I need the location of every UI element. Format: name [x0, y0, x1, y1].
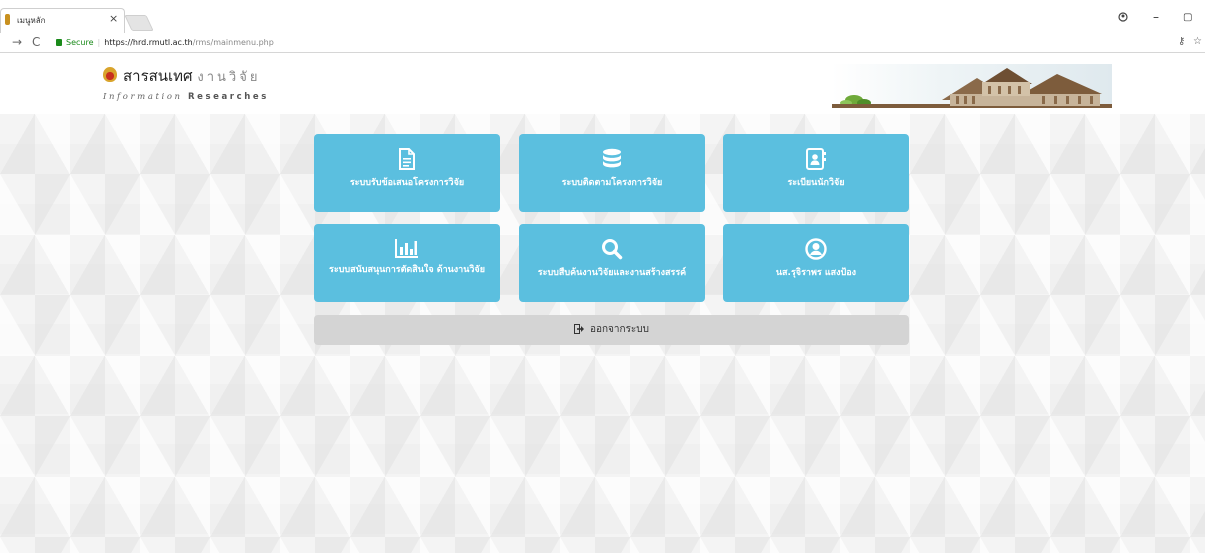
tab-close-icon[interactable]: ×	[109, 12, 118, 25]
url-path: /rms/mainmenu.php	[192, 38, 274, 47]
site-logo-english: Information Researches	[103, 92, 269, 102]
site-logo-thai[interactable]: สารสนเทศ งานวิจัย	[123, 64, 260, 88]
forward-icon[interactable]: →	[12, 35, 22, 49]
document-icon	[314, 148, 500, 172]
reload-icon[interactable]: C	[32, 35, 40, 49]
search-icon	[519, 238, 705, 262]
new-tab-button[interactable]	[124, 15, 154, 31]
favicon-icon	[5, 14, 10, 25]
sign-out-icon	[573, 324, 584, 334]
tile-user-profile[interactable]: นส.รุจิราพร แสงป้อง	[723, 224, 909, 302]
url-host: https://hrd.rmutl.ac.th	[104, 38, 193, 47]
browser-tab[interactable]: เมนูหลัก ×	[0, 8, 125, 33]
url-omnibox[interactable]: Secure | https://hrd.rmutl.ac.th/rms/mainm…	[50, 35, 1170, 50]
tile-label: ระบบติดตามโครงการวิจัย	[561, 178, 663, 188]
tile-research-search[interactable]: ระบบสืบค้นงานวิจัยและงานสร้างสรรค์	[519, 224, 705, 302]
secure-label: Secure	[66, 38, 94, 47]
tile-label: นส.รุจิราพร แสงป้อง	[775, 268, 857, 278]
tile-project-tracking[interactable]: ระบบติดตามโครงการวิจัย	[519, 134, 705, 212]
site-header: สารสนเทศ งานวิจัย Information Researches	[0, 54, 1205, 114]
address-bar: → C Secure | https://hrd.rmutl.ac.th/rms/m…	[0, 33, 1205, 53]
tile-label: ระบบสนับสนุนการตัดสินใจ ด้านงานวิจัย	[329, 265, 485, 275]
lock-icon	[56, 39, 62, 46]
logout-label: ออกจากระบบ	[589, 324, 650, 335]
tile-decision-support[interactable]: ระบบสนับสนุนการตัดสินใจ ด้านงานวิจัย	[314, 224, 500, 302]
tile-label: ระบบรับข้อเสนอโครงการวิจัย	[349, 178, 465, 188]
user-icon	[723, 238, 909, 262]
tile-research-proposal[interactable]: ระบบรับข้อเสนอโครงการวิจัย	[314, 134, 500, 212]
tile-label: ระเบียนนักวิจัย	[787, 178, 845, 188]
key-icon[interactable]: ⚷	[1178, 36, 1185, 47]
contact-book-icon	[723, 148, 909, 172]
tile-researcher-registry[interactable]: ระเบียนนักวิจัย	[723, 134, 909, 212]
omnibox-separator: |	[97, 38, 101, 47]
browser-titlebar: เมนูหลัก × – ▢	[0, 0, 1205, 33]
logo-thai-main: สารสนเทศ	[123, 67, 193, 85]
logout-button[interactable]: ออกจากระบบ	[314, 315, 909, 345]
database-icon	[519, 148, 705, 172]
bookmark-star-icon[interactable]: ☆	[1193, 36, 1202, 47]
logo-english-italic: Information	[103, 92, 183, 102]
minimize-button[interactable]: –	[1153, 10, 1159, 24]
bar-chart-icon	[314, 238, 500, 262]
header-building-illustration	[832, 64, 1112, 108]
tile-label: ระบบสืบค้นงานวิจัยและงานสร้างสรรค์	[537, 268, 687, 278]
logo-english-bold: Researches	[187, 92, 269, 102]
logo-thai-sub: งานวิจัย	[197, 70, 261, 85]
university-seal-icon	[103, 67, 117, 82]
tab-title: เมนูหลัก	[17, 16, 46, 25]
restore-button[interactable]: ▢	[1183, 12, 1192, 23]
profile-icon[interactable]	[1118, 12, 1128, 22]
